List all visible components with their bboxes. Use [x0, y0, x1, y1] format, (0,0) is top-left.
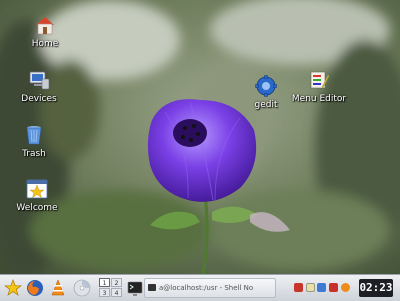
klipper-icon[interactable]: [317, 283, 326, 292]
terminal-icon: [148, 284, 156, 291]
disc-icon[interactable]: [73, 279, 91, 297]
desktop-icon-label: Trash: [22, 149, 46, 159]
trash-icon: [26, 126, 42, 145]
desktop-icon-menu-editor[interactable]: Menu Editor: [288, 69, 350, 105]
clock[interactable]: 02:23: [359, 279, 393, 297]
network-icon[interactable]: [294, 283, 303, 292]
computer-icon: [29, 71, 50, 90]
clipboard-icon[interactable]: [306, 283, 315, 292]
firefox-icon[interactable]: [26, 279, 44, 297]
task-label: a@localhost:/usr - Shell No: [159, 284, 254, 292]
desktop-icon-welcome[interactable]: Welcome: [6, 178, 68, 214]
welcome-icon: [26, 179, 48, 199]
desktop-screen: Home Devices Trash Welcome gedit Menu Ed…: [0, 0, 400, 301]
desktop-icon-label: Devices: [21, 94, 57, 104]
kde-menu-icon[interactable]: [4, 279, 22, 297]
taskbar-task[interactable]: a@localhost:/usr - Shell No: [144, 278, 276, 298]
workspace-2[interactable]: 2: [111, 278, 122, 287]
gedit-icon: [255, 75, 277, 97]
desktop-icon-label: Welcome: [16, 203, 58, 213]
terminal-icon[interactable]: [127, 279, 143, 297]
workspace-4[interactable]: 4: [111, 288, 122, 297]
menu-editor-icon: [310, 71, 330, 89]
desktop-icon-label: Home: [31, 39, 59, 49]
desktop-icon-trash[interactable]: Trash: [3, 124, 65, 160]
kmix-icon[interactable]: [329, 283, 338, 292]
desktop-icon-home[interactable]: Home: [14, 14, 76, 50]
home-icon: [36, 17, 54, 35]
desktop-icon-label: Menu Editor: [291, 94, 347, 104]
workspace-1[interactable]: 1: [99, 278, 110, 287]
workspace-pager: 1 2 3 4: [99, 278, 123, 298]
battery-icon[interactable]: [341, 283, 350, 292]
desktop-icon-devices[interactable]: Devices: [8, 69, 70, 105]
vlc-icon[interactable]: [50, 279, 66, 297]
taskbar: 1 2 3 4 a@localhost:/usr - Shell No 02:2…: [0, 274, 400, 301]
workspace-3[interactable]: 3: [99, 288, 110, 297]
